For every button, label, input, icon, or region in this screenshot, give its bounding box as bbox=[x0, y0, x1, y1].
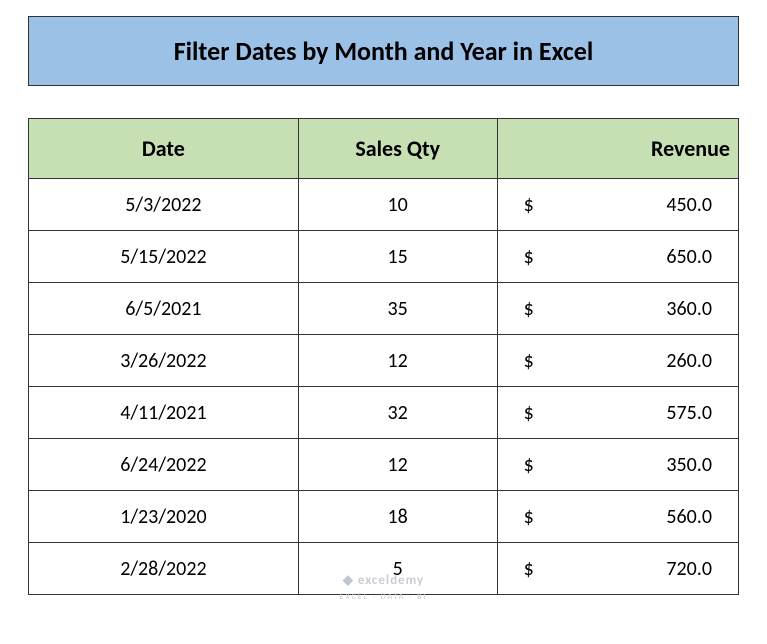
table-row: 5/3/202210$450.0 bbox=[29, 179, 739, 231]
table-row: 1/23/202018$560.0 bbox=[29, 491, 739, 543]
cell-revenue: $650.0 bbox=[497, 231, 738, 283]
currency-value: 450.0 bbox=[666, 193, 712, 217]
cell-date: 1/23/2020 bbox=[29, 491, 299, 543]
cell-revenue: $260.0 bbox=[497, 335, 738, 387]
currency-symbol: $ bbox=[524, 245, 534, 269]
table-header-row: Date Sales Qty Revenue bbox=[29, 119, 739, 179]
cell-revenue: $360.0 bbox=[497, 283, 738, 335]
table-row: 3/26/202212$260.0 bbox=[29, 335, 739, 387]
data-table: Date Sales Qty Revenue 5/3/202210$450.05… bbox=[28, 118, 739, 595]
cell-date: 4/11/2021 bbox=[29, 387, 299, 439]
header-qty: Sales Qty bbox=[298, 119, 497, 179]
cell-qty: 32 bbox=[298, 387, 497, 439]
cell-revenue: $350.0 bbox=[497, 439, 738, 491]
currency-value: 650.0 bbox=[666, 245, 712, 269]
table-row: 6/5/202135$360.0 bbox=[29, 283, 739, 335]
cell-date: 6/5/2021 bbox=[29, 283, 299, 335]
currency-symbol: $ bbox=[524, 401, 534, 425]
header-date: Date bbox=[29, 119, 299, 179]
cell-date: 5/15/2022 bbox=[29, 231, 299, 283]
currency-symbol: $ bbox=[524, 505, 534, 529]
table-row: 6/24/202212$350.0 bbox=[29, 439, 739, 491]
currency-symbol: $ bbox=[524, 297, 534, 321]
cell-revenue: $560.0 bbox=[497, 491, 738, 543]
currency-value: 560.0 bbox=[666, 505, 712, 529]
cell-date: 6/24/2022 bbox=[29, 439, 299, 491]
currency-value: 360.0 bbox=[666, 297, 712, 321]
currency-value: 260.0 bbox=[666, 349, 712, 373]
cell-qty: 15 bbox=[298, 231, 497, 283]
currency-symbol: $ bbox=[524, 453, 534, 477]
table-row: 4/11/202132$575.0 bbox=[29, 387, 739, 439]
cell-date: 2/28/2022 bbox=[29, 543, 299, 595]
table-row: 2/28/20225$720.0 bbox=[29, 543, 739, 595]
cell-qty: 18 bbox=[298, 491, 497, 543]
currency-value: 720.0 bbox=[666, 557, 712, 581]
header-revenue: Revenue bbox=[497, 119, 738, 179]
currency-value: 575.0 bbox=[666, 401, 712, 425]
cell-date: 3/26/2022 bbox=[29, 335, 299, 387]
currency-symbol: $ bbox=[524, 193, 534, 217]
table-row: 5/15/202215$650.0 bbox=[29, 231, 739, 283]
cell-revenue: $720.0 bbox=[497, 543, 738, 595]
cell-date: 5/3/2022 bbox=[29, 179, 299, 231]
cell-qty: 10 bbox=[298, 179, 497, 231]
cell-qty: 12 bbox=[298, 439, 497, 491]
cell-qty: 12 bbox=[298, 335, 497, 387]
cell-revenue: $575.0 bbox=[497, 387, 738, 439]
cell-qty: 5 bbox=[298, 543, 497, 595]
currency-symbol: $ bbox=[524, 349, 534, 373]
cell-revenue: $450.0 bbox=[497, 179, 738, 231]
currency-symbol: $ bbox=[524, 557, 534, 581]
page-title: Filter Dates by Month and Year in Excel bbox=[28, 16, 739, 86]
currency-value: 350.0 bbox=[666, 453, 712, 477]
cell-qty: 35 bbox=[298, 283, 497, 335]
